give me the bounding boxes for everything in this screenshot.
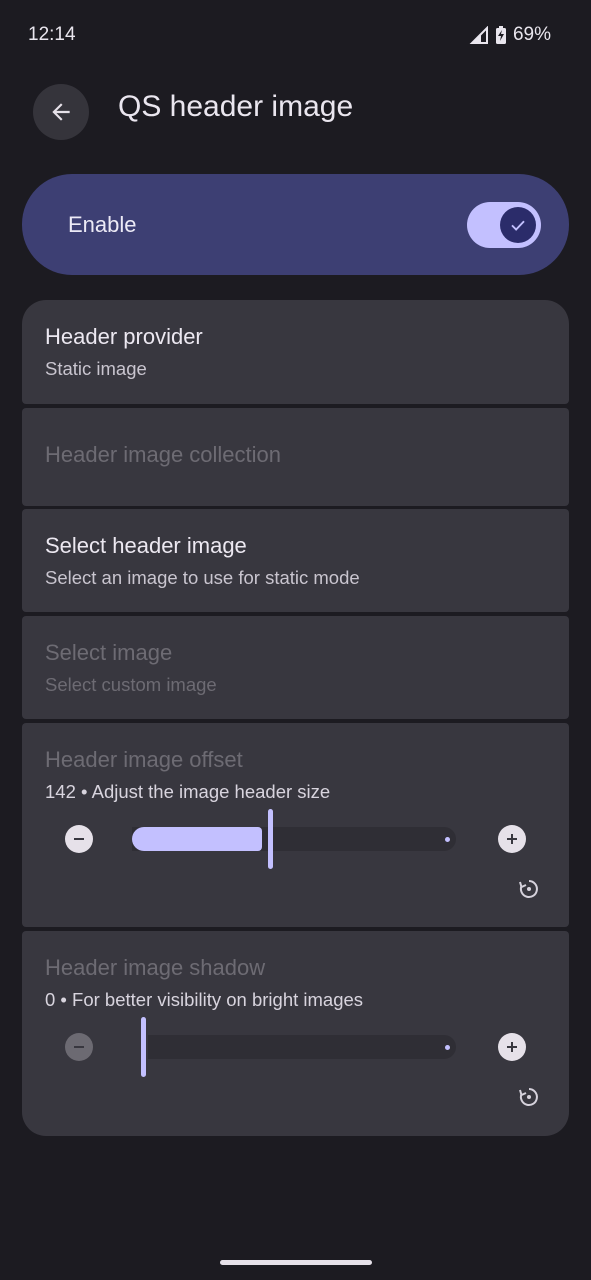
shadow-slider-row	[22, 1017, 569, 1077]
battery-charging-icon	[495, 26, 506, 44]
decrease-button[interactable]	[65, 825, 93, 853]
plus-icon	[507, 834, 517, 844]
item-title: Header provider	[45, 324, 203, 349]
header-provider-item[interactable]: Header provider Static image	[22, 300, 569, 404]
item-subtitle: Static image	[45, 358, 147, 379]
slider-end-stop	[445, 1045, 450, 1050]
item-title: Header image offset	[45, 747, 243, 772]
offset-slider-row	[22, 809, 569, 869]
reset-icon[interactable]	[517, 1085, 541, 1109]
signal-icon	[469, 26, 488, 44]
item-title: Select image	[45, 640, 173, 665]
item-subtitle: Select custom image	[45, 674, 217, 695]
slider-active-track	[132, 827, 262, 851]
reset-icon[interactable]	[517, 877, 541, 901]
header-image-offset-item: Header image offset 142 • Adjust the ima…	[22, 723, 569, 927]
item-title: Header image collection	[45, 442, 282, 467]
slider-thumb[interactable]	[141, 1017, 146, 1077]
back-button[interactable]	[33, 84, 89, 140]
select-header-image-item[interactable]: Select header image Select an image to u…	[22, 509, 569, 612]
status-bar: 12:14 69%	[0, 0, 591, 70]
page-title: QS header image	[118, 90, 354, 123]
enable-switch[interactable]	[467, 202, 541, 248]
header-image-shadow-item: Header image shadow 0 • For better visib…	[22, 931, 569, 1136]
item-summary: 142 • Adjust the image header size	[45, 781, 331, 802]
increase-button[interactable]	[498, 1033, 526, 1061]
minus-icon	[74, 838, 84, 840]
header-image-collection-item: Header image collection	[22, 408, 569, 506]
status-time: 12:14	[28, 24, 76, 45]
minus-icon	[74, 1046, 84, 1048]
increase-button[interactable]	[498, 825, 526, 853]
slider-end-stop	[445, 837, 450, 842]
select-image-item: Select image Select custom image	[22, 616, 569, 719]
enable-card[interactable]: Enable	[22, 174, 569, 275]
battery-percent: 69%	[512, 24, 551, 45]
plus-icon	[507, 1042, 517, 1052]
item-summary: 0 • For better visibility on bright imag…	[45, 989, 364, 1010]
arrow-back-icon	[52, 103, 70, 121]
gesture-nav-handle[interactable]	[220, 1260, 372, 1265]
slider-thumb[interactable]	[268, 809, 273, 869]
slider-track[interactable]	[148, 1035, 456, 1059]
enable-label: Enable	[68, 211, 137, 237]
status-icons: 69%	[469, 24, 551, 46]
item-title: Header image shadow	[45, 955, 266, 980]
app-bar: QS header image	[0, 70, 591, 150]
check-icon	[511, 220, 525, 231]
decrease-button	[65, 1033, 93, 1061]
switch-thumb	[500, 207, 536, 243]
item-subtitle: Select an image to use for static mode	[45, 567, 360, 588]
item-title: Select header image	[45, 533, 247, 558]
